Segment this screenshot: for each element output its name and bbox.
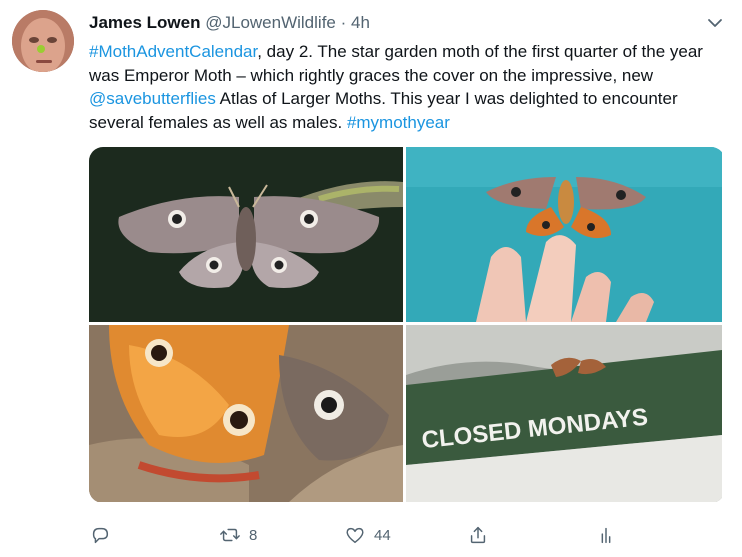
chevron-down-icon[interactable] (706, 16, 724, 30)
avatar-face-image (12, 10, 74, 72)
analytics-icon (601, 527, 611, 544)
tweet-text: #MothAdventCalendar, day 2. The star gar… (89, 40, 729, 134)
hashtag-mymothyear[interactable]: #mymothyear (347, 113, 450, 132)
separator-dot: · (340, 13, 347, 32)
retweet-button[interactable]: 8 (219, 520, 257, 550)
analytics-button[interactable] (595, 520, 617, 550)
author-handle[interactable]: @JLowenWildlife (205, 13, 336, 32)
retweet-count: 8 (249, 526, 258, 544)
like-icon (346, 527, 364, 544)
author-name[interactable]: James Lowen (89, 13, 201, 32)
avatar[interactable] (12, 10, 74, 72)
photo-orange-moth-closeup[interactable] (89, 325, 403, 502)
tweet-action-bar: 8 44 (89, 520, 729, 550)
reply-button[interactable] (89, 520, 111, 550)
tweet-header: James Lowen @JLowenWildlife · 4h (89, 12, 370, 34)
media-grid: CLOSED MONDAYS (89, 147, 725, 503)
reply-icon (92, 527, 109, 544)
share-icon (470, 526, 486, 544)
photo-moth-on-finger[interactable] (406, 147, 722, 322)
like-button[interactable]: 44 (344, 520, 391, 550)
share-button[interactable] (467, 520, 489, 550)
retweet-icon (220, 528, 240, 542)
hashtag-moth-advent-calendar[interactable]: #MothAdventCalendar (89, 42, 257, 61)
mention-savebutterflies[interactable]: @savebutterflies (89, 89, 216, 108)
tweet-time[interactable]: 4h (351, 13, 370, 32)
photo-emperor-moth-dark[interactable] (89, 147, 403, 322)
photo-closed-mondays-sign[interactable]: CLOSED MONDAYS (406, 325, 722, 502)
like-count: 44 (374, 526, 391, 544)
